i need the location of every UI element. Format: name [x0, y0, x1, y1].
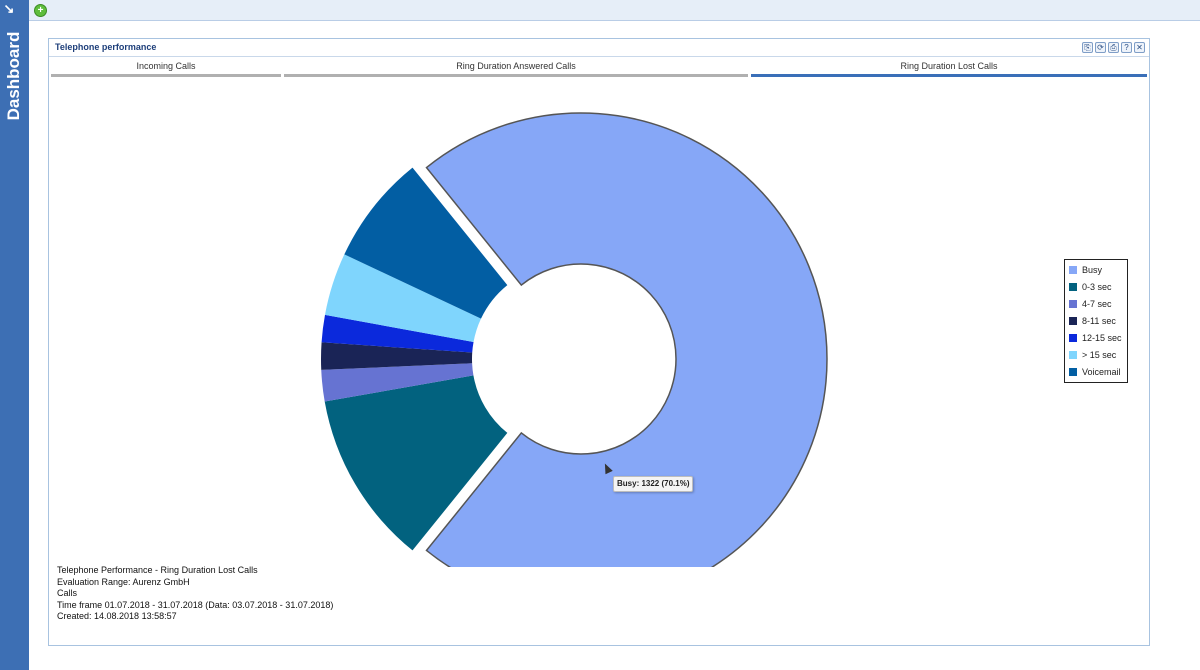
info-measure: Calls — [57, 588, 78, 598]
toolbar: + — [29, 0, 1200, 21]
panel-header: Telephone performance ⎘ ⟳ ⎙? ✕ — [49, 39, 1149, 57]
legend-item[interactable]: 4-7 sec — [1069, 297, 1112, 311]
legend-swatch — [1069, 283, 1077, 291]
chart-legend: Busy 0-3 sec 4-7 sec 8-11 sec 12-15 sec > 15 … — [1064, 259, 1128, 383]
dashboard-sidebar: ↘ Dashboard — [0, 0, 29, 670]
legend-label: Busy — [1082, 265, 1103, 275]
legend-swatch — [1069, 334, 1077, 342]
donut-chart[interactable] — [49, 77, 1149, 567]
info-evaluation-range: Evaluation Range: Aurenz GmbH — [57, 576, 190, 587]
copy-icon[interactable]: ⎘ — [1082, 42, 1093, 53]
print-icon[interactable]: ⎙ — [1108, 42, 1119, 53]
legend-label: 8-11 sec — [1082, 316, 1116, 326]
legend-label: Voicemail — [1082, 367, 1121, 377]
info-title: Telephone Performance - Ring Duration Lo… — [57, 565, 258, 575]
report-info: Telephone Performance - Ring Duration Lo… — [57, 565, 333, 623]
sidebar-title: Dashboard — [4, 31, 23, 121]
legend-label: 12-15 sec — [1082, 333, 1122, 343]
legend-swatch — [1069, 317, 1077, 325]
legend-label: 0-3 sec — [1082, 282, 1112, 292]
legend-label: > 15 sec — [1082, 350, 1117, 360]
legend-label: 4-7 sec — [1082, 299, 1112, 309]
legend-item[interactable]: 12-15 sec — [1069, 331, 1122, 345]
help-icon[interactable]: ? — [1121, 42, 1132, 53]
panel-tools: ⎘ ⟳ ⎙? ✕ — [1080, 42, 1145, 54]
close-icon[interactable]: ✕ — [1134, 42, 1145, 53]
telephone-performance-panel: Telephone performance ⎘ ⟳ ⎙? ✕ Incoming Cal… — [48, 38, 1150, 646]
legend-item[interactable]: Voicemail — [1069, 365, 1121, 379]
legend-swatch — [1069, 266, 1077, 274]
legend-item[interactable]: Busy — [1069, 263, 1102, 277]
refresh-icon[interactable]: ⟳ — [1095, 42, 1106, 53]
legend-swatch — [1069, 300, 1077, 308]
tab-ring-duration-lost-calls[interactable]: Ring Duration Lost Calls — [751, 60, 1147, 77]
donut-slice-busy[interactable] — [425, 112, 828, 567]
legend-item[interactable]: > 15 sec — [1069, 348, 1116, 362]
tab-ring-duration-answered-calls[interactable]: Ring Duration Answered Calls — [284, 60, 748, 77]
tab-incoming-calls[interactable]: Incoming Calls — [51, 60, 281, 77]
chart-tooltip: Busy: 1322 (70.1%) — [613, 476, 694, 492]
legend-swatch — [1069, 351, 1077, 359]
legend-swatch — [1069, 368, 1077, 376]
legend-item[interactable]: 8-11 sec — [1069, 314, 1116, 328]
arrow-icon[interactable]: ↘ — [2, 2, 16, 16]
info-created: Created: 14.08.2018 13:58:57 — [57, 611, 177, 621]
add-icon[interactable]: + — [34, 4, 47, 17]
legend-item[interactable]: 0-3 sec — [1069, 280, 1112, 294]
info-time-frame: Time frame 01.07.2018 - 31.07.2018 (Data… — [57, 599, 334, 610]
panel-title: Telephone performance — [55, 42, 157, 52]
